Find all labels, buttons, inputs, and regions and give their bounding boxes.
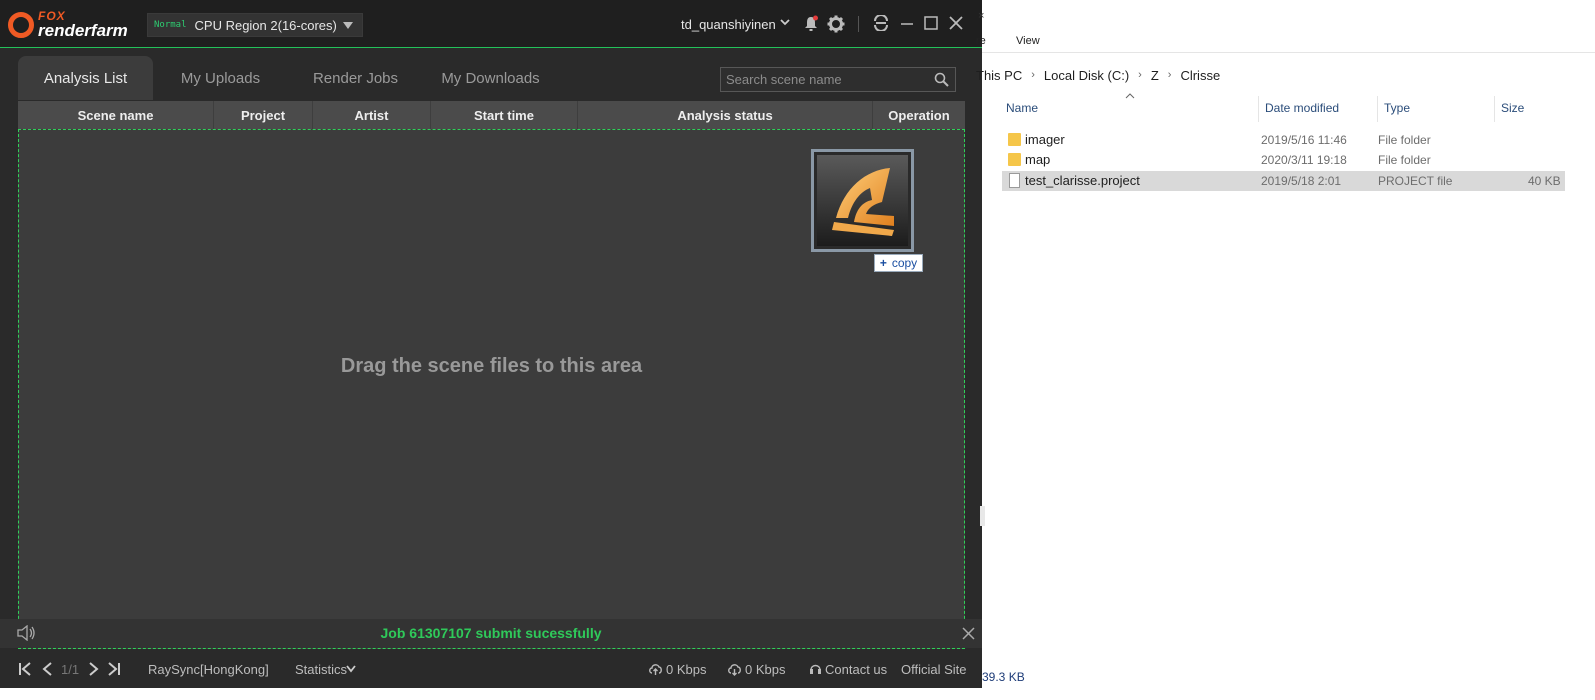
folder-icon (1008, 153, 1021, 166)
column-divider (1494, 96, 1495, 122)
region-selector[interactable]: Normal CPU Region 2(16-cores) (147, 13, 363, 37)
breadcrumb-z[interactable]: Z (1151, 68, 1159, 83)
breadcrumb-chevron-icon: › (1031, 69, 1035, 81)
username[interactable]: td_quanshiyinen (681, 17, 776, 32)
folder-icon (1008, 133, 1021, 146)
nav-pane-scroll-thumb[interactable] (980, 506, 985, 526)
file-icon (1009, 173, 1020, 188)
close-icon[interactable] (948, 15, 964, 31)
sort-ascending-icon (1125, 93, 1135, 99)
plus-icon: + (879, 256, 887, 270)
breadcrumb-local-disk[interactable]: Local Disk (C:) (1044, 68, 1129, 83)
main-tabs: Analysis List My Uploads Render Jobs My … (18, 56, 558, 100)
file-row-test-clarisse-project[interactable]: test_clarisse.project 2019/5/18 2:01 PRO… (1002, 171, 1565, 191)
transfer-line-selector[interactable]: RaySync[HongKong] (148, 662, 269, 677)
title-bar: FOX renderfarm Normal CPU Region 2(16-co… (0, 0, 982, 48)
column-header-scene-name[interactable]: Scene name (18, 101, 214, 129)
clarisse-file-icon (811, 149, 914, 252)
first-page-icon[interactable] (18, 661, 32, 677)
contact-us-link[interactable]: Contact us (825, 662, 887, 677)
logo-ring-icon (8, 11, 34, 38)
breadcrumb-chevron-icon: › (1138, 69, 1142, 81)
ribbon-overflow-glyph: × (978, 10, 985, 22)
column-header-analysis-status[interactable]: Analysis status (578, 101, 873, 129)
previous-page-icon[interactable] (41, 661, 53, 677)
official-site-link[interactable]: Official Site (901, 662, 967, 677)
scene-drop-area[interactable]: Drag the scene files to this area + copy (18, 129, 965, 649)
maximize-icon[interactable] (923, 15, 939, 31)
titlebar-divider (858, 16, 859, 32)
file-date: 2019/5/16 11:46 (1261, 133, 1347, 147)
minimize-icon[interactable] (900, 15, 914, 31)
logo-brand-bottom: renderfarm (38, 21, 128, 40)
column-header-operation[interactable]: Operation (873, 101, 965, 129)
file-explorer-window: × re View This PC › Local Disk (C:) › Z … (976, 0, 1595, 700)
column-header-size[interactable]: Size (1501, 101, 1524, 115)
file-row-map[interactable]: map 2020/3/11 19:18 File folder (1002, 150, 1565, 170)
ribbon-view-tab[interactable]: View (1016, 35, 1040, 53)
dropdown-caret-icon (343, 22, 353, 29)
upload-speed: 0 Kbps (666, 662, 707, 677)
bottom-bar: 1/1 RaySync[HongKong] Statistics 0 Kbps (0, 650, 982, 688)
tab-analysis-list[interactable]: Analysis List (18, 56, 153, 100)
file-row-imager[interactable]: imager 2019/5/16 11:46 File folder (1002, 130, 1565, 150)
column-header-date-modified[interactable]: Date modified (1265, 101, 1339, 115)
file-date: 2020/3/11 19:18 (1261, 153, 1347, 167)
last-page-icon[interactable] (107, 661, 121, 677)
search-icon[interactable] (934, 72, 949, 87)
file-type: PROJECT file (1378, 174, 1453, 188)
column-divider (1377, 96, 1378, 122)
column-header-artist[interactable]: Artist (313, 101, 431, 129)
column-header-type[interactable]: Type (1384, 101, 1410, 115)
copy-label: copy (891, 256, 918, 270)
file-type: File folder (1378, 153, 1431, 167)
ribbon-divider (982, 52, 1595, 53)
breadcrumb-this-pc[interactable]: This PC (976, 68, 1022, 83)
file-type: File folder (1378, 133, 1431, 147)
app-logo: FOX renderfarm (8, 10, 128, 39)
tab-my-downloads[interactable]: My Downloads (423, 56, 558, 100)
ribbon-share-tab-fragment[interactable]: re (976, 35, 986, 53)
column-header-name[interactable]: Name (1006, 101, 1038, 115)
statistics-menu[interactable]: Statistics (295, 662, 347, 677)
chevron-down-icon[interactable] (346, 665, 356, 673)
notification-bar: Job 61307107 submit sucessfully (0, 619, 982, 648)
column-header-start-time[interactable]: Start time (431, 101, 578, 129)
copy-cursor-badge: + copy (874, 254, 923, 272)
renderfarm-window: FOX renderfarm Normal CPU Region 2(16-co… (0, 0, 982, 688)
column-divider (1258, 96, 1259, 122)
search-input[interactable] (721, 68, 926, 91)
column-header-project[interactable]: Project (214, 101, 313, 129)
transfer-mode-icon[interactable] (873, 15, 889, 31)
breadcrumb: This PC › Local Disk (C:) › Z › Clrisse (976, 66, 1220, 84)
drop-hint: Drag the scene files to this area (340, 355, 643, 377)
breadcrumb-clrisse[interactable]: Clrisse (1180, 68, 1220, 83)
gear-icon[interactable] (827, 15, 845, 33)
region-name: CPU Region 2(16-cores) (194, 17, 337, 33)
file-name: test_clarisse.project (1025, 173, 1140, 188)
status-selection-size: 39.3 KB (982, 670, 1025, 684)
file-date: 2019/5/18 2:01 (1261, 174, 1342, 188)
next-page-icon[interactable] (88, 661, 100, 677)
file-name: imager (1025, 132, 1065, 147)
breadcrumb-chevron-icon: › (1167, 69, 1172, 81)
tab-my-uploads[interactable]: My Uploads (153, 56, 288, 100)
headset-icon (810, 664, 821, 674)
file-size: 40 KB (1528, 174, 1561, 188)
upload-cloud-icon (649, 664, 662, 675)
notification-message: Job 61307107 submit sucessfully (380, 625, 602, 641)
close-notification-icon[interactable] (962, 627, 975, 640)
download-speed: 0 Kbps (745, 662, 786, 677)
search-box (720, 67, 956, 92)
tab-render-jobs[interactable]: Render Jobs (288, 56, 423, 100)
screen: FOX renderfarm Normal CPU Region 2(16-co… (0, 0, 1595, 700)
download-cloud-icon (728, 664, 741, 676)
file-name: map (1025, 152, 1051, 167)
chevron-down-icon[interactable] (780, 17, 790, 27)
bell-icon[interactable] (803, 15, 819, 33)
region-tag: Normal (154, 20, 187, 30)
page-indicator: 1/1 (61, 662, 80, 677)
table-header: Scene name Project Artist Start time Ana… (18, 101, 965, 129)
